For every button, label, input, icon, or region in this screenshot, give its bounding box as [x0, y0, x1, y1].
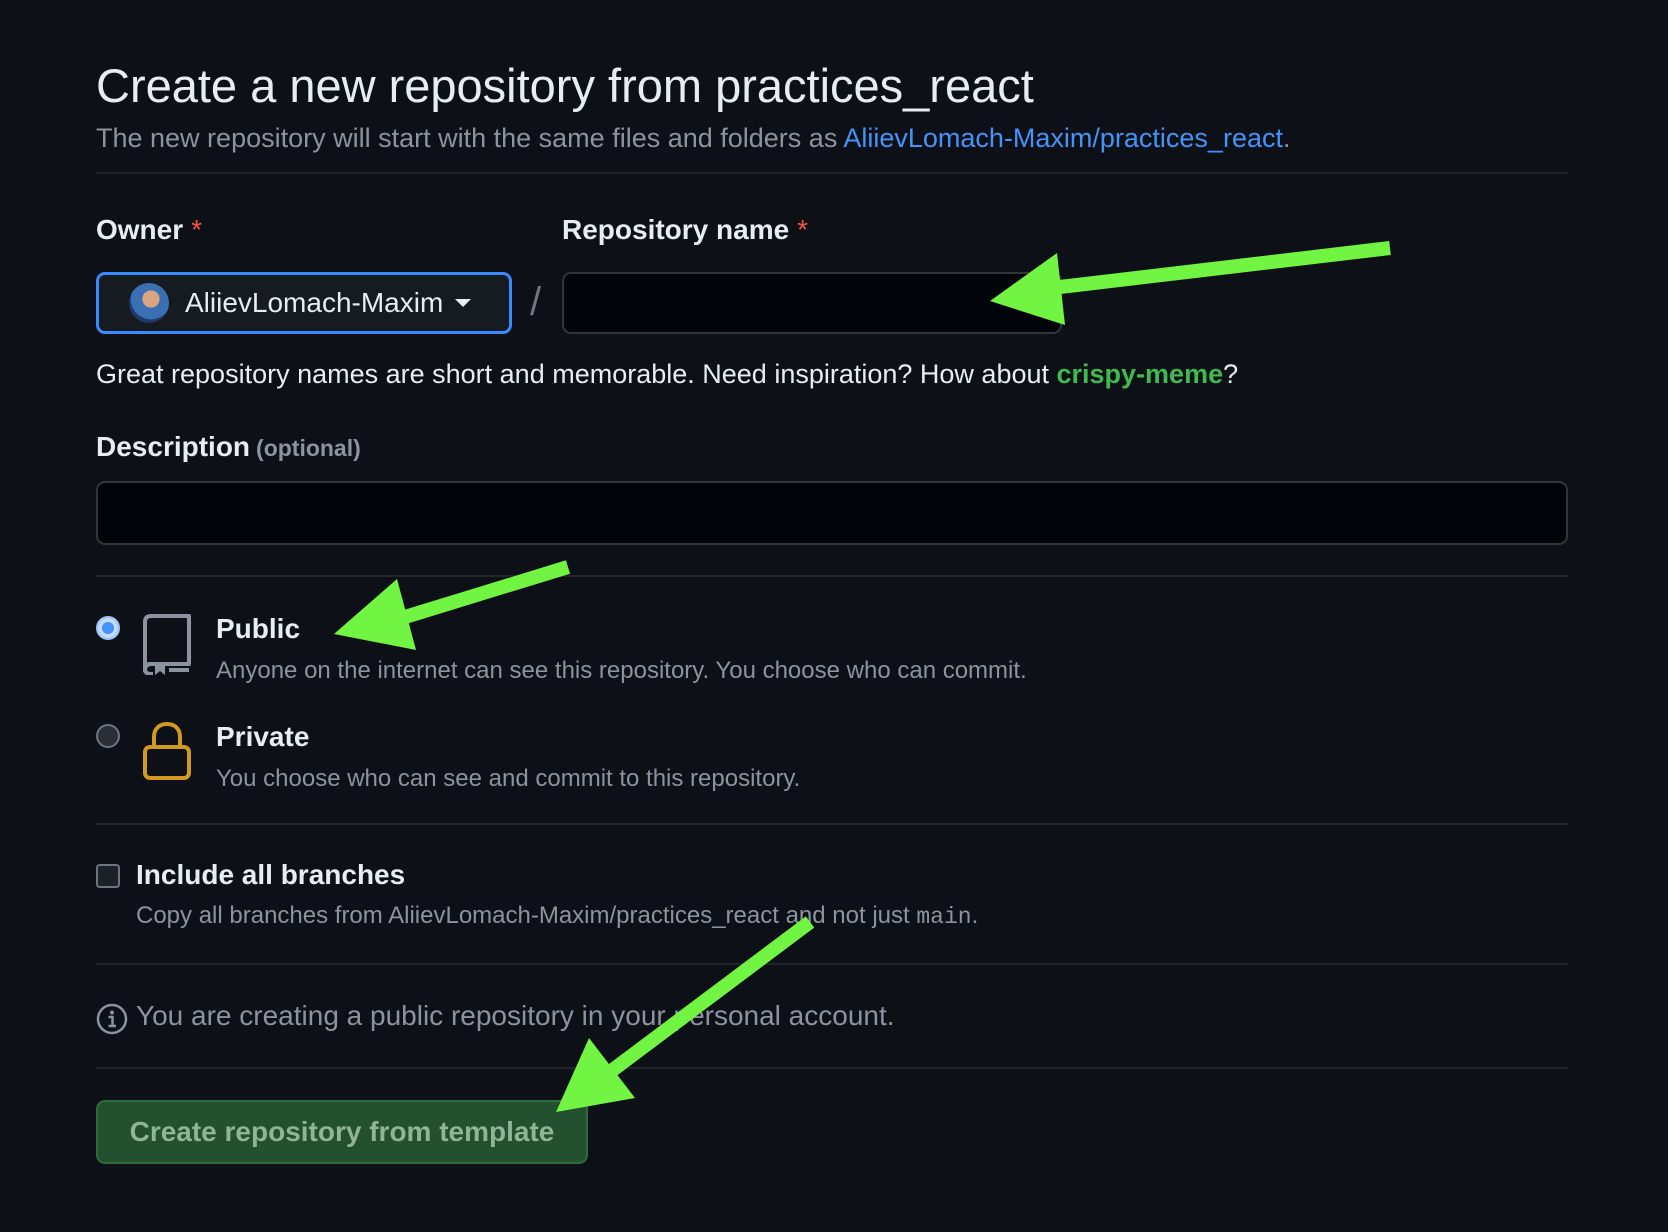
repo-name-input[interactable]	[562, 272, 1062, 334]
owner-dropdown[interactable]: AliievLomach-Maxim	[96, 272, 512, 334]
private-radio[interactable]	[96, 724, 120, 748]
repo-icon	[142, 613, 192, 680]
required-mark: *	[191, 214, 203, 245]
branches-desc-text: Copy all branches from AliievLomach-Maxi…	[136, 902, 917, 929]
page-subtitle: The new repository will start with the s…	[96, 123, 1291, 154]
include-branches-label[interactable]: Include all branches	[136, 859, 405, 891]
public-radio[interactable]	[96, 616, 120, 640]
subtitle-period: .	[1282, 123, 1291, 153]
visibility-description: You choose who can see and commit to thi…	[216, 765, 801, 792]
owner-selected: AliievLomach-Maxim	[185, 287, 444, 318]
divider	[96, 963, 1568, 965]
visibility-title: Private	[216, 721, 310, 752]
info-icon	[96, 1003, 128, 1040]
owner-repo-separator: /	[530, 280, 542, 324]
divider	[96, 575, 1568, 577]
default-branch-name: main	[916, 904, 972, 930]
owner-label: Owner *	[96, 214, 202, 246]
repo-name-label: Repository name *	[562, 214, 808, 246]
description-input[interactable]	[96, 481, 1568, 545]
visibility-title: Public	[216, 613, 301, 644]
include-branches-checkbox[interactable]	[96, 864, 120, 888]
description-label: Description (optional)	[96, 431, 361, 463]
visibility-option-public[interactable]: Public Anyone on the internet can see th…	[96, 613, 1196, 693]
owner-label-text: Owner	[96, 214, 184, 245]
divider	[96, 823, 1568, 825]
lock-icon	[142, 721, 192, 786]
repo-name-label-text: Repository name	[562, 214, 790, 245]
description-label-text: Description	[96, 431, 251, 462]
page-title: Create a new repository from practices_r…	[96, 59, 1034, 112]
hint-question-mark: ?	[1223, 359, 1239, 389]
hint-text: Great repository names are short and mem…	[96, 359, 1057, 389]
divider	[96, 1067, 1568, 1069]
template-repo-link[interactable]: AliievLomach-Maxim/practices_react	[843, 123, 1283, 153]
account-info-text: You are creating a public repository in …	[136, 1000, 895, 1031]
visibility-option-private[interactable]: Private You choose who can see and commi…	[96, 721, 1196, 801]
divider	[96, 172, 1568, 174]
required-mark: *	[797, 214, 809, 245]
optional-tag: (optional)	[256, 435, 361, 461]
caret-down-icon	[455, 299, 472, 307]
include-branches-description: Copy all branches from AliievLomach-Maxi…	[136, 902, 978, 930]
repo-name-hint: Great repository names are short and mem…	[96, 359, 1238, 390]
avatar	[129, 283, 169, 323]
subtitle-text: The new repository will start with the s…	[96, 123, 844, 153]
visibility-description: Anyone on the internet can see this repo…	[216, 657, 1027, 684]
name-suggestion[interactable]: crispy-meme	[1057, 359, 1224, 389]
branches-desc-period: .	[971, 902, 979, 929]
create-repository-button[interactable]: Create repository from template	[96, 1100, 588, 1164]
